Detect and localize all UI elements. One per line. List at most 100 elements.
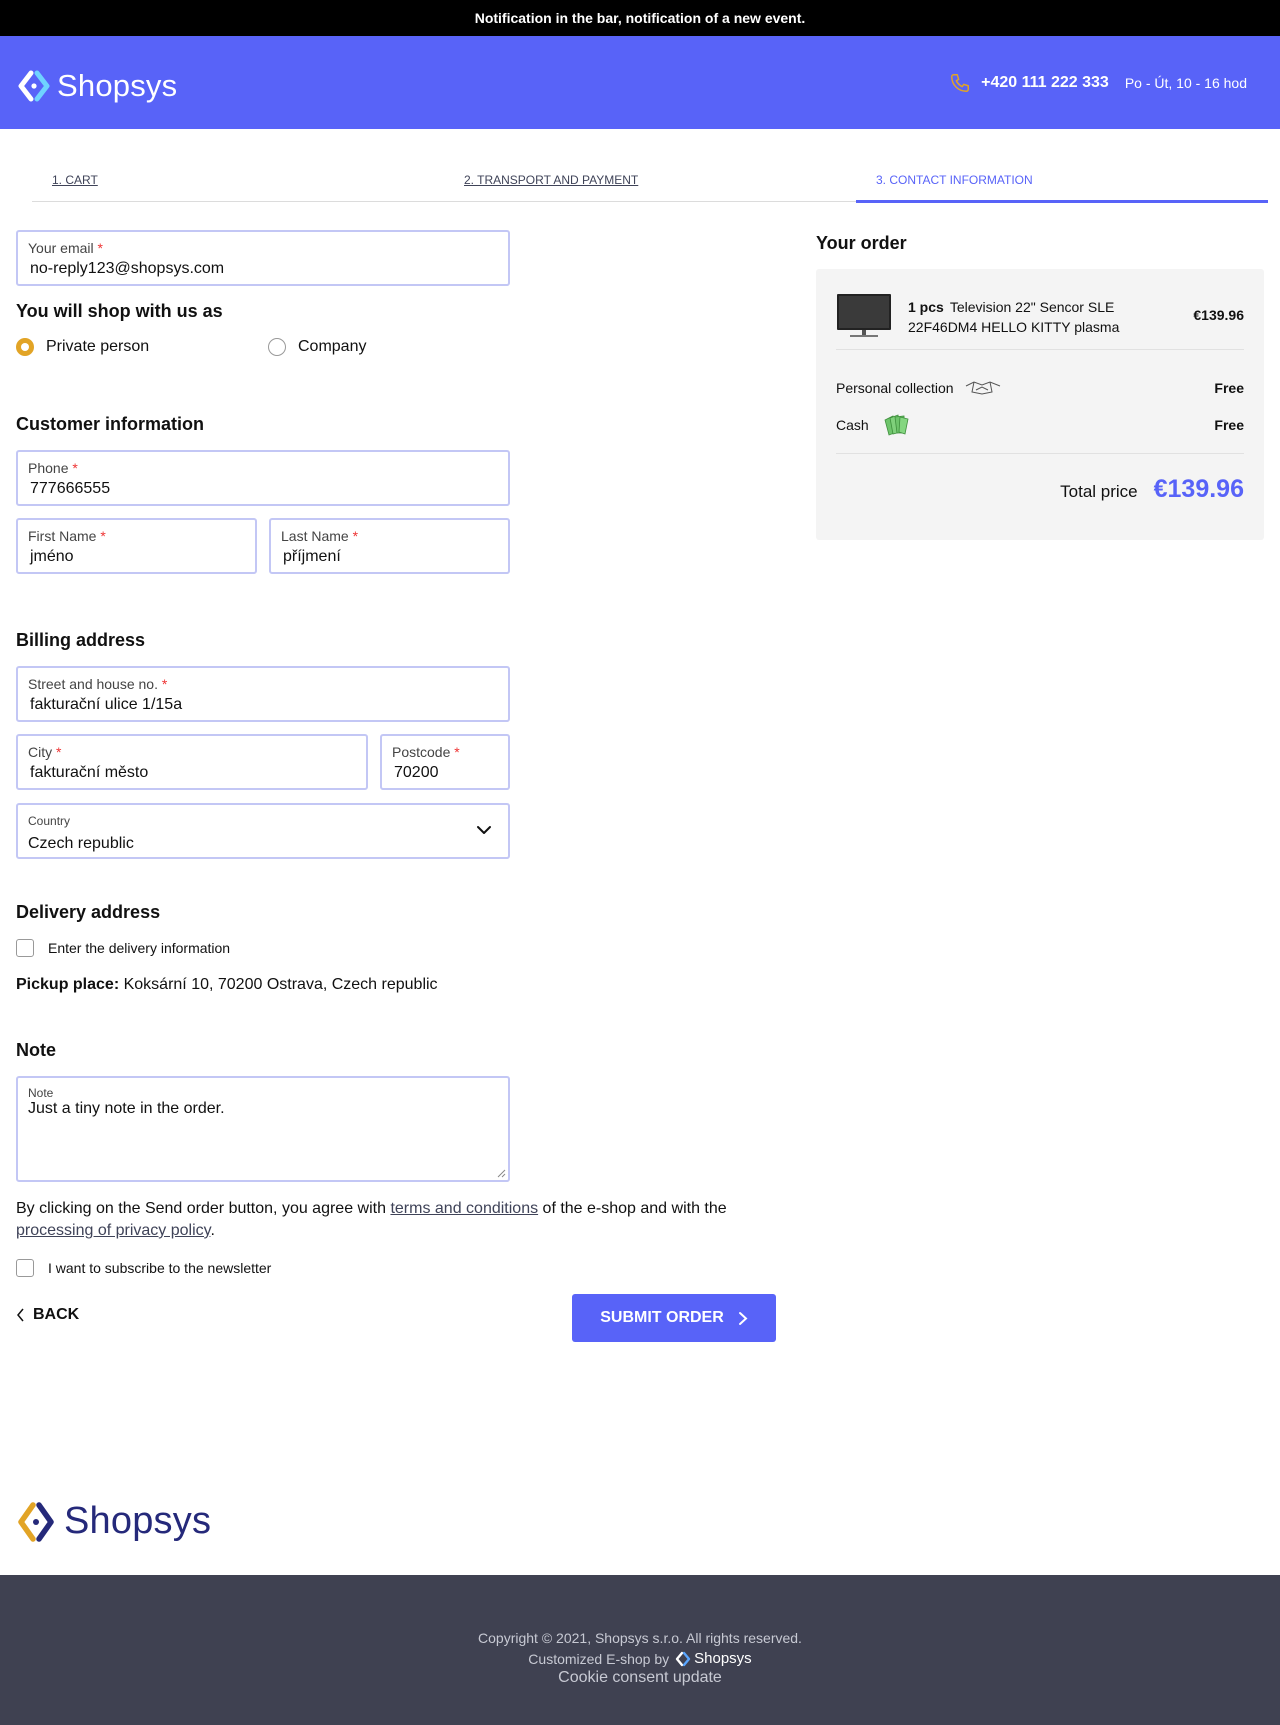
back-label: BACK — [33, 1306, 80, 1323]
last-name-label: Last Name — [281, 528, 349, 544]
radio-private-person-label: Private person — [46, 338, 150, 355]
shopsys-logo-icon — [675, 1651, 691, 1666]
divider — [836, 453, 1244, 454]
required-mark: * — [454, 744, 460, 760]
note-textarea[interactable]: Note Just a tiny note in the order. — [16, 1076, 510, 1182]
phone-value: 777666555 — [30, 480, 111, 497]
active-step-indicator — [856, 200, 1268, 203]
step-contact-information[interactable]: 3. CONTACT INFORMATION — [876, 173, 1033, 187]
radio-private-person[interactable]: Private person — [16, 338, 149, 356]
legal-middle: of the e-shop and with the — [538, 1200, 727, 1217]
postcode-label: Postcode — [392, 744, 451, 760]
newsletter-checkbox[interactable]: I want to subscribe to the newsletter — [16, 1259, 271, 1277]
delivery-info-checkbox[interactable]: Enter the delivery information — [16, 939, 230, 957]
note-label: Note — [28, 1086, 54, 1100]
checkout-steps: 1. CART 2. TRANSPORT AND PAYMENT 3. CONT… — [32, 162, 1268, 203]
legal-consent-text: By clicking on the Send order button, yo… — [16, 1198, 736, 1242]
order-summary: 1 pcs Television 22" Sencor SLE 22F46DM4 … — [816, 269, 1264, 540]
back-button[interactable]: BACK — [16, 1306, 79, 1324]
required-mark: * — [72, 460, 78, 476]
total-label: Total price — [1060, 482, 1138, 501]
legal-suffix: . — [210, 1222, 215, 1239]
payment-label: Cash — [836, 417, 869, 433]
payment-price: Free — [1214, 417, 1244, 433]
note-value: Just a tiny note in the order. — [28, 1100, 225, 1117]
email-label: Your email — [28, 240, 94, 256]
transport-row: Personal collection Free — [836, 378, 1244, 398]
last-name-field[interactable]: Last Name * příjmení — [269, 518, 510, 574]
submit-order-label: SUBMIT ORDER — [600, 1309, 724, 1326]
country-select[interactable]: Country Czech republic — [16, 803, 510, 859]
required-mark: * — [100, 528, 106, 544]
checkbox-box — [16, 939, 34, 957]
chevron-right-icon — [738, 1311, 748, 1325]
note-title: Note — [16, 1040, 56, 1060]
order-summary-title: Your order — [816, 233, 907, 253]
handshake-icon — [965, 381, 1000, 395]
postcode-value: 70200 — [394, 764, 439, 781]
site-footer: Copyright © 2021, Shopsys s.r.o. All rig… — [0, 1575, 1280, 1725]
transport-price: Free — [1214, 380, 1244, 396]
email-value: no-reply123@shopsys.com — [30, 260, 225, 277]
customized-by-label: Customized E-shop by — [528, 1650, 670, 1667]
cookie-consent-link[interactable]: Cookie consent update — [0, 1669, 1280, 1687]
footer-logo[interactable]: Shopsys — [16, 1500, 211, 1543]
footer-mini-logo[interactable]: Shopsys — [675, 1650, 752, 1667]
header-phone[interactable]: +420 111 222 333 — [981, 74, 1109, 92]
terms-link[interactable]: terms and conditions — [390, 1200, 538, 1217]
header-hours: Po - Út, 10 - 16 hod — [1124, 74, 1247, 91]
order-item-price: €139.96 — [1193, 307, 1244, 323]
required-mark: * — [161, 676, 168, 692]
submit-order-button[interactable]: SUBMIT ORDER — [572, 1294, 776, 1342]
phone-icon — [951, 73, 970, 92]
city-label: City — [28, 744, 53, 760]
step-cart[interactable]: 1. CART — [52, 173, 98, 187]
required-mark: * — [352, 528, 359, 544]
phone-label: Phone — [28, 460, 69, 476]
chevron-down-icon — [477, 826, 491, 834]
mini-logo-text: Shopsys — [694, 1650, 752, 1667]
shopsys-logo-icon — [18, 70, 50, 102]
shop-as-title: You will shop with us as — [16, 301, 223, 321]
privacy-policy-link[interactable]: processing of privacy policy — [16, 1222, 210, 1239]
radio-unselected-indicator — [268, 338, 286, 356]
step-transport-payment[interactable]: 2. TRANSPORT AND PAYMENT — [464, 173, 638, 187]
product-thumbnail[interactable] — [836, 293, 892, 339]
order-item: 1 pcs Television 22" Sencor SLE 22F46DM4 … — [908, 297, 1138, 337]
delivery-address-title: Delivery address — [16, 902, 161, 922]
country-value: Czech republic — [28, 835, 134, 852]
street-field[interactable]: Street and house no. * fakturační ulice … — [16, 666, 510, 722]
radio-company-label: Company — [298, 338, 367, 355]
billing-address-title: Billing address — [16, 630, 146, 650]
chevron-left-icon — [17, 1308, 24, 1322]
newsletter-label: I want to subscribe to the newsletter — [48, 1260, 272, 1276]
legal-prefix: By clicking on the Send order button, yo… — [16, 1200, 391, 1217]
order-total: Total price €139.96 — [1060, 475, 1244, 504]
notification-bar: Notification in the bar, notification of… — [0, 0, 1280, 36]
postcode-field[interactable]: Postcode * 70200 — [380, 734, 510, 790]
street-label: Street and house no. — [28, 676, 158, 692]
cash-icon — [884, 414, 909, 436]
resize-handle-icon[interactable] — [496, 1168, 506, 1178]
delivery-info-label: Enter the delivery information — [48, 940, 231, 956]
header-contact: +420 111 222 333 Po - Út, 10 - 16 hod — [949, 36, 1247, 129]
customized-by: Customized E-shop by Shopsys — [0, 1650, 1280, 1667]
footer-logo-text: Shopsys — [64, 1500, 212, 1542]
logo-text: Shopsys — [57, 68, 178, 103]
customer-info-title: Customer information — [16, 414, 205, 434]
total-value: €139.96 — [1153, 475, 1244, 503]
header-logo[interactable]: Shopsys — [17, 68, 177, 104]
first-name-field[interactable]: First Name * jméno — [16, 518, 257, 574]
city-field[interactable]: City * fakturační město — [16, 734, 368, 790]
copyright-text: Copyright © 2021, Shopsys s.r.o. All rig… — [478, 1630, 802, 1646]
shopsys-logo-icon — [18, 1501, 54, 1542]
radio-company[interactable]: Company — [268, 338, 366, 356]
site-header: Shopsys +420 111 222 333 Po - Út, 10 - 1… — [0, 36, 1280, 129]
email-field[interactable]: Your email * no-reply123@shopsys.com — [16, 230, 510, 286]
pickup-place-value: Koksární 10, 70200 Ostrava, Czech republ… — [123, 976, 438, 993]
required-mark: * — [97, 240, 103, 256]
phone-field[interactable]: Phone * 777666555 — [16, 450, 510, 506]
last-name-value: příjmení — [283, 548, 341, 565]
street-value: fakturační ulice 1/15a — [30, 696, 183, 713]
radio-selected-indicator — [16, 338, 34, 356]
